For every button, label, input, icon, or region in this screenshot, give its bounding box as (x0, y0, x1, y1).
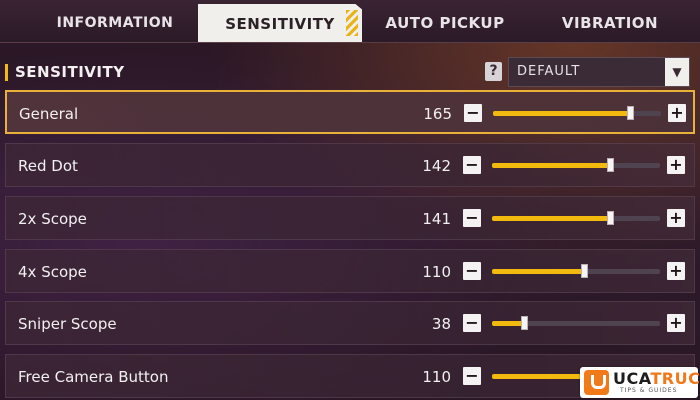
slider-fill (492, 216, 610, 221)
decrease-button[interactable]: − (463, 367, 481, 385)
row-value: 142 (422, 157, 451, 175)
section-header: SENSITIVITY ? DEFAULT ▼ (0, 55, 700, 89)
tab-sensitivity[interactable]: SENSITIVITY (198, 4, 362, 42)
help-icon[interactable]: ? (485, 62, 502, 81)
row-value: 141 (422, 210, 451, 228)
brand-logo-icon (584, 370, 609, 395)
increase-button[interactable]: + (668, 104, 686, 122)
tab-bar: INFORMATION SENSITIVITY AUTO PICKUP VIBR… (0, 0, 700, 43)
slider-fill (492, 163, 610, 168)
sensitivity-row[interactable]: General 165− + (5, 90, 695, 134)
row-value: 165 (423, 105, 452, 123)
slider-fill (492, 321, 524, 326)
row-value: 38 (431, 315, 451, 333)
row-label: 2x Scope (18, 210, 87, 228)
tab-sensitivity-label: SENSITIVITY (225, 15, 335, 33)
slider-handle[interactable] (627, 106, 634, 120)
slider-handle[interactable] (607, 211, 614, 225)
decrease-button[interactable]: − (463, 209, 481, 227)
increase-button[interactable]: + (667, 262, 685, 280)
slider-handle[interactable] (607, 158, 614, 172)
section-title: SENSITIVITY (15, 63, 125, 81)
slider-fill (492, 269, 584, 274)
sensitivity-row[interactable]: 2x Scope 141− + (5, 196, 695, 240)
decrease-button[interactable]: − (463, 314, 481, 332)
row-label: Sniper Scope (18, 315, 117, 333)
slider-handle[interactable] (521, 316, 528, 330)
preset-dropdown-value: DEFAULT (517, 64, 581, 79)
row-value: 110 (422, 263, 451, 281)
watermark-logo: UCATRUCO TIPS & GUIDES (580, 367, 700, 398)
increase-button[interactable]: + (667, 314, 685, 332)
row-label: Red Dot (18, 157, 78, 175)
decrease-button[interactable]: − (463, 156, 481, 174)
row-label: Free Camera Button (18, 368, 169, 386)
sensitivity-row[interactable]: 4x Scope 110− + (5, 249, 695, 293)
decrease-button[interactable]: − (464, 104, 482, 122)
row-value: 110 (422, 368, 451, 386)
increase-button[interactable]: + (667, 209, 685, 227)
increase-button[interactable]: + (667, 156, 685, 174)
sensitivity-slider[interactable] (492, 158, 660, 172)
row-label: 4x Scope (18, 263, 87, 281)
sensitivity-slider[interactable] (492, 316, 660, 330)
hazard-stripe-decoration (346, 10, 358, 36)
tab-auto-pickup[interactable]: AUTO PICKUP (365, 0, 525, 42)
sensitivity-slider[interactable] (492, 264, 660, 278)
sensitivity-row[interactable]: Red Dot 142− + (5, 143, 695, 187)
section-accent-bar (5, 64, 8, 81)
tab-information[interactable]: INFORMATION (30, 0, 200, 42)
row-label: General (19, 105, 79, 123)
watermark-brand: UCATRUCO (613, 369, 700, 388)
tab-vibration[interactable]: VIBRATION (530, 0, 690, 42)
slider-fill (493, 111, 630, 116)
chevron-down-icon[interactable]: ▼ (665, 58, 689, 86)
slider-handle[interactable] (581, 264, 588, 278)
preset-dropdown[interactable]: DEFAULT ▼ (508, 57, 690, 87)
sensitivity-slider[interactable] (492, 211, 660, 225)
decrease-button[interactable]: − (463, 262, 481, 280)
watermark-tagline: TIPS & GUIDES (620, 387, 678, 394)
slider-fill (492, 374, 584, 379)
sensitivity-slider[interactable] (493, 106, 661, 120)
sensitivity-row[interactable]: Sniper Scope 38− + (5, 301, 695, 345)
